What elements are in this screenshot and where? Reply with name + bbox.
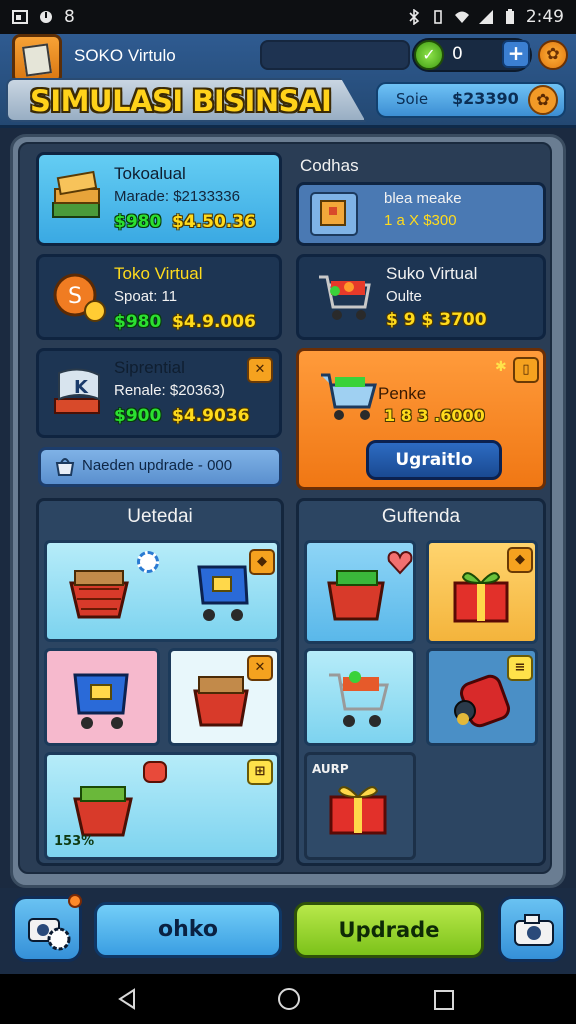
status-bar: 8 2:49	[0, 0, 576, 34]
box-icon	[310, 192, 358, 236]
inventory-cell[interactable]: ◆	[426, 540, 538, 644]
shop-3-price-yellow: $4.9036	[172, 406, 250, 426]
shop-button[interactable]: ohko	[94, 902, 282, 958]
right-card-2-price: $ 9 $ 3700	[386, 310, 487, 330]
shop-3-price-green: $900	[114, 406, 162, 426]
upgrade-card-button[interactable]: Ugraitlo	[366, 440, 502, 480]
shop-1-price-yellow: $4.50.36	[172, 212, 256, 232]
cell-badge-icon[interactable]: ◆	[507, 547, 533, 573]
shop-2-title: Toko Virtual	[114, 264, 203, 283]
sale-label: Soie	[396, 90, 429, 108]
svg-text:K: K	[74, 377, 89, 398]
cell-badge-icon[interactable]: ≡	[507, 655, 533, 681]
right-card-2-title: Suko Virtual	[386, 264, 478, 283]
gallery-icon	[12, 10, 28, 24]
books-icon	[52, 170, 100, 218]
cart-icon	[197, 565, 249, 621]
bottom-bar	[0, 888, 576, 974]
gift-icon	[453, 572, 509, 623]
inventory-percent: 153%	[54, 834, 95, 849]
camera-button[interactable]	[498, 896, 566, 962]
upgrade-button[interactable]: Updrade	[294, 902, 484, 958]
camera-icon	[514, 914, 554, 946]
back-icon[interactable]	[116, 988, 138, 1010]
cart-icon	[321, 373, 377, 420]
inventory-aura-label: AURP	[312, 762, 349, 776]
coins-value: 0	[452, 44, 463, 64]
gift-icon	[329, 786, 387, 835]
right-card-1-title: blea meake	[384, 190, 462, 207]
right-card-3-price: 1 8 3 .6000	[384, 406, 485, 425]
shop-2-price-green: $980	[114, 312, 162, 332]
cart-icon	[329, 671, 389, 727]
basket-icon	[73, 786, 133, 837]
top-search-field[interactable]	[260, 40, 410, 70]
inventory-cell[interactable]	[304, 648, 416, 746]
right-section-label: Codhas	[300, 156, 359, 175]
ribbon-icon	[143, 761, 167, 783]
shop-2-price-yellow: $4.9.006	[172, 312, 256, 332]
inventory-cell[interactable]: ≡	[426, 648, 538, 746]
vibrate-icon	[434, 10, 442, 24]
cell-badge-icon[interactable]: ⊞	[247, 759, 273, 785]
app-logo-icon[interactable]	[12, 34, 62, 84]
app-name: SOKO Virtulo	[74, 46, 176, 65]
gear-icon[interactable]: ✿	[538, 40, 568, 70]
sale-settings-icon[interactable]: ✿	[528, 85, 558, 115]
notification-dot	[68, 894, 82, 908]
shop-3-sub: Renale: $20363)	[114, 382, 225, 399]
right-card-3-title: Penke	[378, 384, 427, 403]
basket-icon	[193, 676, 249, 727]
wifi-icon	[454, 11, 469, 23]
inventory-cell[interactable]: ✕	[168, 648, 280, 746]
cart-icon	[319, 275, 371, 320]
sync-icon	[40, 11, 52, 23]
basket-icon	[69, 570, 129, 619]
sparkle-icon: ✱	[495, 359, 507, 375]
recent-apps-icon[interactable]	[434, 990, 454, 1010]
shop-3-title: Siprential	[114, 358, 185, 377]
inventory-cell[interactable]	[304, 540, 416, 644]
shop-1-sub: Marade: $2133336	[114, 188, 240, 205]
heart-icon	[387, 550, 413, 575]
inventory-right-title: Guftenda	[381, 506, 461, 527]
status-left-digit: 8	[64, 7, 75, 27]
home-icon[interactable]	[278, 988, 300, 1010]
inventory-cell[interactable]: ◆	[44, 540, 280, 642]
status-time: 2:49	[525, 7, 564, 27]
basket-icon	[327, 570, 385, 621]
shop-1-price-green: $980	[114, 212, 162, 232]
shop-2-sub: Spoat: 11	[114, 288, 178, 305]
book-stack-icon: K	[54, 368, 100, 414]
safe-icon	[454, 674, 511, 728]
card-3-badge-icon[interactable]: ▯	[513, 357, 539, 383]
inventory-cell[interactable]	[44, 648, 160, 746]
top-header: SOKO Virtulo ✓ 0 + ✿ SIMULASI BISINSAI S…	[0, 34, 576, 128]
gear-icon	[137, 551, 159, 573]
bluetooth-icon	[409, 9, 420, 25]
bag-icon	[55, 458, 75, 476]
right-card-2-sub: Oulte	[386, 288, 422, 305]
notice-text: Naeden updrade - 000	[82, 457, 233, 474]
cell-badge-icon[interactable]: ◆	[249, 549, 275, 575]
sale-value: $23390	[452, 89, 519, 108]
signal-icon	[478, 10, 493, 24]
check-icon[interactable]: ✓	[414, 40, 444, 70]
battery-icon	[505, 9, 514, 24]
right-card-1-price: 1 a X $300	[384, 212, 457, 229]
inventory-left-title: Uetedai	[127, 506, 193, 527]
cell-badge-icon[interactable]: ✕	[247, 655, 273, 681]
shop-3-badge-icon[interactable]: ✕	[247, 357, 273, 383]
cart-icon	[73, 673, 129, 729]
page-title: SIMULASI BISINSAI	[30, 84, 332, 118]
shop-1-title: Tokoalual	[114, 164, 186, 183]
add-coins-button[interactable]: +	[502, 40, 530, 68]
coin-icon: S	[53, 273, 106, 322]
camera-gear-icon	[28, 918, 71, 951]
svg-text:S: S	[68, 284, 82, 309]
